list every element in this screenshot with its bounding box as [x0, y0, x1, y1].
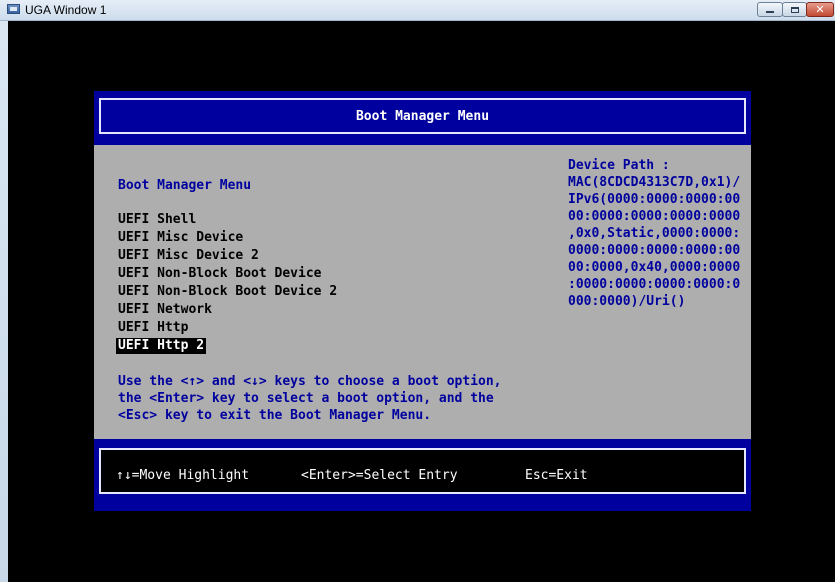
- device-path-line: MAC(8CDCD4313C7D,0x1)/: [568, 175, 741, 190]
- boot-option-uefi-non-block-boot-device[interactable]: UEFI Non-Block Boot Device: [118, 266, 322, 282]
- footer-select-entry: <Enter>=Select Entry: [301, 468, 458, 483]
- help-line-2: the <Enter> key to select a boot option,…: [118, 391, 494, 406]
- device-path-line: ,0x0,Static,0000:0000:: [568, 226, 741, 241]
- header-panel: Boot Manager Menu: [94, 91, 751, 145]
- footer-panel: ↑↓=Move Highlight <Enter>=Select Entry E…: [94, 439, 751, 511]
- uga-window: UGA Window 1 ✕ Boot Manager Menu Boot Ma…: [0, 0, 835, 582]
- device-path-line: IPv6(0000:0000:0000:00: [568, 192, 741, 207]
- header-title: Boot Manager Menu: [355, 109, 490, 124]
- device-path-line: 000:0000)/Uri(): [568, 294, 686, 309]
- boot-option-uefi-http[interactable]: UEFI Http: [118, 320, 188, 336]
- title-bar[interactable]: UGA Window 1 ✕: [0, 0, 835, 21]
- section-title: Boot Manager Menu: [118, 178, 252, 193]
- device-path-line: 00:0000:0000:0000:0000: [568, 209, 741, 224]
- help-line-1: Use the <↑> and <↓> keys to choose a boo…: [118, 374, 502, 389]
- minimize-button[interactable]: [757, 2, 783, 17]
- device-path-label: Device Path :: [568, 158, 670, 173]
- device-path-line: 0000:0000:0000:0000:00: [568, 243, 741, 258]
- window-icon: [7, 4, 20, 14]
- boot-option-uefi-http-2-selected[interactable]: UEFI Http 2: [116, 338, 207, 354]
- device-path-line: 00:0000,0x40,0000:0000: [568, 260, 741, 275]
- firmware-screen: Boot Manager Menu Boot Manager Menu UEFI…: [8, 21, 835, 582]
- window-title: UGA Window 1: [25, 3, 107, 17]
- minimize-icon: [766, 11, 774, 13]
- footer-exit: Esc=Exit: [525, 468, 588, 483]
- footer-frame: ↑↓=Move Highlight <Enter>=Select Entry E…: [99, 448, 746, 494]
- boot-option-uefi-shell[interactable]: UEFI Shell: [118, 212, 196, 228]
- help-line-3: <Esc> key to exit the Boot Manager Menu.: [118, 408, 432, 423]
- device-path-line: :0000:0000:0000:0000:0: [568, 277, 741, 292]
- boot-option-uefi-network[interactable]: UEFI Network: [118, 302, 212, 318]
- maximize-button[interactable]: [782, 2, 807, 17]
- close-button[interactable]: ✕: [806, 2, 834, 17]
- maximize-icon: [790, 6, 799, 13]
- boot-option-uefi-misc-device-2[interactable]: UEFI Misc Device 2: [118, 248, 259, 264]
- footer-move-highlight: ↑↓=Move Highlight: [116, 468, 250, 483]
- boot-option-uefi-non-block-boot-device-2[interactable]: UEFI Non-Block Boot Device 2: [118, 284, 337, 300]
- header-frame: Boot Manager Menu: [99, 98, 746, 134]
- close-icon: ✕: [815, 3, 825, 16]
- boot-menu-body: Boot Manager Menu UEFI Shell UEFI Misc D…: [94, 145, 751, 439]
- boot-option-uefi-misc-device[interactable]: UEFI Misc Device: [118, 230, 243, 246]
